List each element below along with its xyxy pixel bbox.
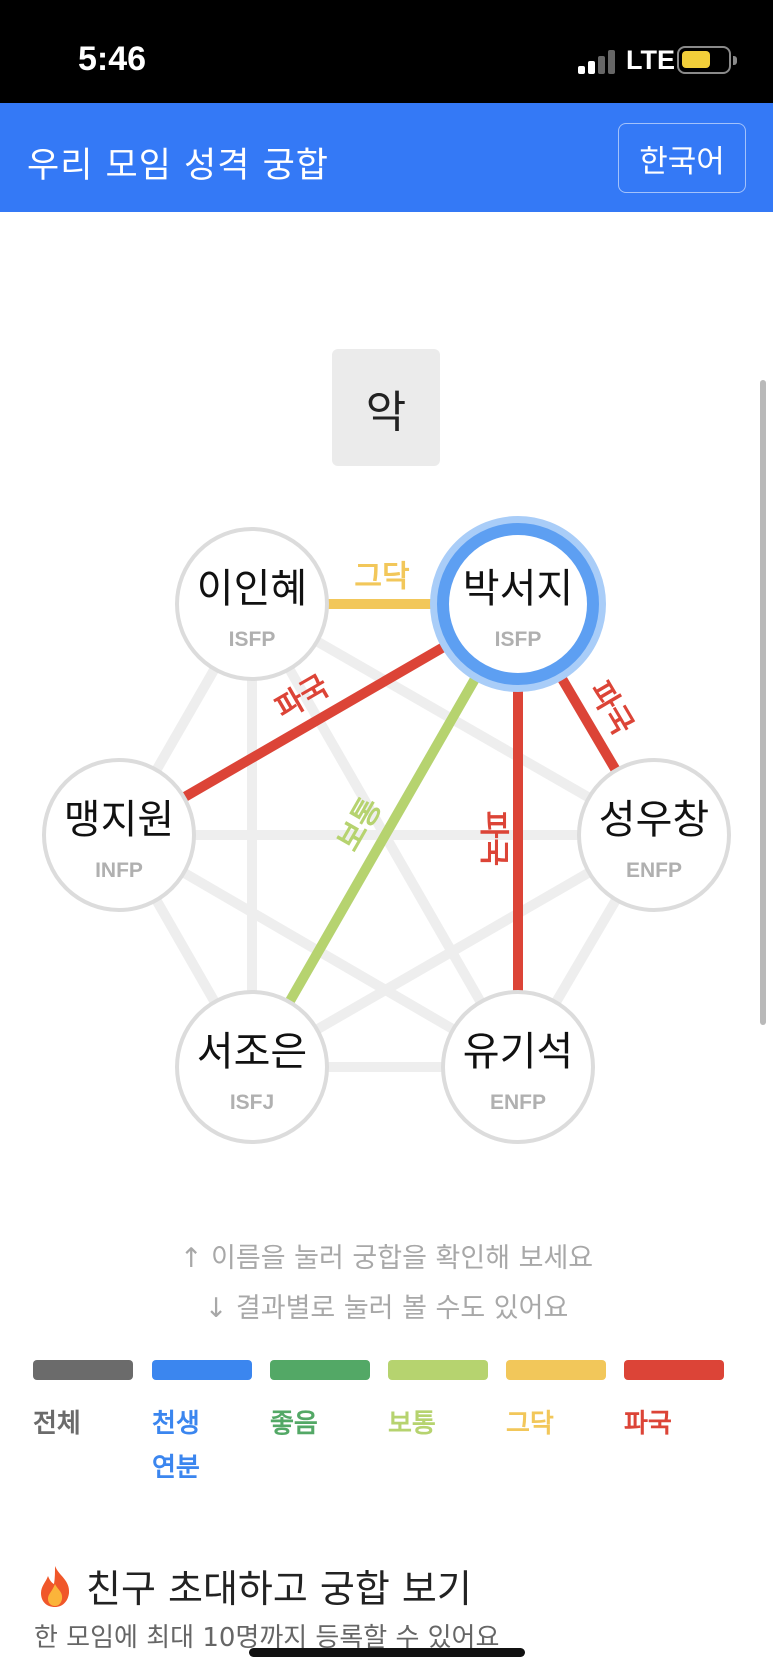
member-node[interactable]: 유기석 ENFP <box>441 990 595 1144</box>
node-name: 유기석 <box>463 1029 573 1075</box>
home-indicator <box>249 1648 525 1657</box>
status-bar: 5:46 LTE <box>0 0 773 103</box>
page-title: 우리 모임 성격 궁합 <box>27 146 329 186</box>
language-button[interactable]: 한국어 <box>618 123 746 193</box>
member-node[interactable]: 박서지 ISFP <box>430 516 606 692</box>
node-name: 이인혜 <box>197 566 307 612</box>
node-name: 서조은 <box>197 1029 307 1075</box>
legend-bar <box>624 1360 724 1380</box>
legend-bar <box>506 1360 606 1380</box>
legend-item-bad[interactable]: 파국 <box>624 1360 724 1446</box>
legend-item-meh[interactable]: 그닥 <box>506 1360 606 1446</box>
legend-label: 보통 <box>388 1409 436 1439</box>
invite-heading: 친구 초대하고 궁합 보기 <box>34 1558 472 1613</box>
member-node[interactable]: 성우창 ENFP <box>577 758 731 912</box>
node-mbti: ENFP <box>490 1091 546 1114</box>
hint-tap-name: ↑ 이름을 눌러 궁합을 확인해 보세요 <box>179 1243 594 1274</box>
network-type: LTE <box>626 45 675 75</box>
edge-label: 그닥 <box>354 560 410 595</box>
legend-item-all[interactable]: 전체 <box>33 1360 133 1446</box>
member-node[interactable]: 서조은 ISFJ <box>175 990 329 1144</box>
member-node[interactable]: 맹지원 INFP <box>42 758 196 912</box>
compatibility-graph: 그닥파국보통 파국파국 이인혜ISFP박서지ISFP맹지원INFP성우창ENFP서… <box>42 516 731 1144</box>
legend-label: 전체 <box>33 1409 81 1439</box>
legend-item-normal[interactable]: 보통 <box>388 1360 488 1446</box>
node-name: 박서지 <box>463 566 573 612</box>
node-name: 성우창 <box>599 797 709 843</box>
signal-icon <box>578 50 618 74</box>
legend-item-good[interactable]: 좋음 <box>270 1360 370 1446</box>
legend-label: 좋음 <box>270 1409 318 1439</box>
legend-bar <box>152 1360 252 1380</box>
node-mbti: ISFP <box>495 628 542 651</box>
clock: 5:46 <box>78 40 147 78</box>
fire-icon <box>41 1565 70 1607</box>
result-legend: 전체 천생 연분 좋음 보통 그닥 파국 <box>0 1360 773 1483</box>
legend-label: 천생 연분 <box>152 1409 200 1483</box>
battery-icon <box>677 46 737 74</box>
node-mbti: ENFP <box>626 859 682 882</box>
legend-bar <box>388 1360 488 1380</box>
legend-label: 파국 <box>624 1409 672 1439</box>
node-mbti: INFP <box>95 859 143 882</box>
legend-label: 그닥 <box>506 1409 554 1439</box>
legend-item-soulmate[interactable]: 천생 연분 <box>152 1360 252 1490</box>
invite-title: 친구 초대하고 궁합 보기 <box>86 1567 472 1611</box>
node-mbti: ISFP <box>229 628 276 651</box>
edge-label: 파국 <box>476 811 511 866</box>
node-mbti: ISFJ <box>230 1091 274 1114</box>
hint-filter-result: ↓ 결과별로 눌러 볼 수도 있어요 <box>204 1293 569 1324</box>
member-node[interactable]: 이인혜 ISFP <box>175 527 329 681</box>
legend-bar <box>270 1360 370 1380</box>
app-header: 우리 모임 성격 궁합 한국어 <box>0 103 773 212</box>
legend-bar <box>33 1360 133 1380</box>
node-name: 맹지원 <box>64 797 174 843</box>
